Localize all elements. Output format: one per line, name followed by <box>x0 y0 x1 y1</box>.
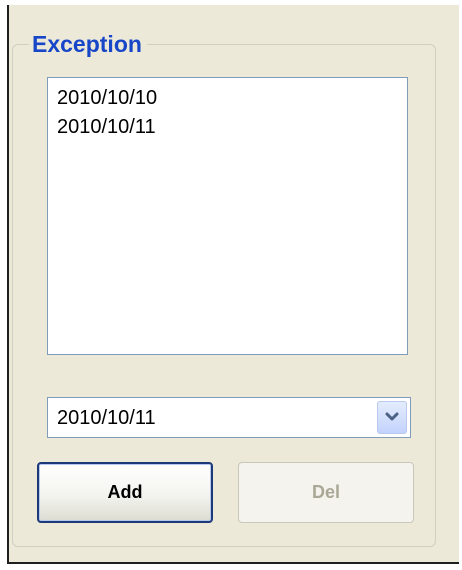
exception-date-list[interactable]: 2010/10/10 2010/10/11 <box>47 77 408 355</box>
combobox-dropdown-button[interactable] <box>377 401 407 434</box>
combobox-selected-value: 2010/10/11 <box>57 407 156 429</box>
add-button[interactable]: Add <box>37 462 213 523</box>
exception-group-title: Exception <box>29 31 147 58</box>
del-button[interactable]: Del <box>238 462 414 523</box>
list-item[interactable]: 2010/10/10 <box>57 84 407 113</box>
list-item[interactable]: 2010/10/11 <box>57 113 407 142</box>
chevron-down-icon <box>385 412 399 421</box>
date-combobox[interactable]: 2010/10/11 <box>47 397 411 438</box>
